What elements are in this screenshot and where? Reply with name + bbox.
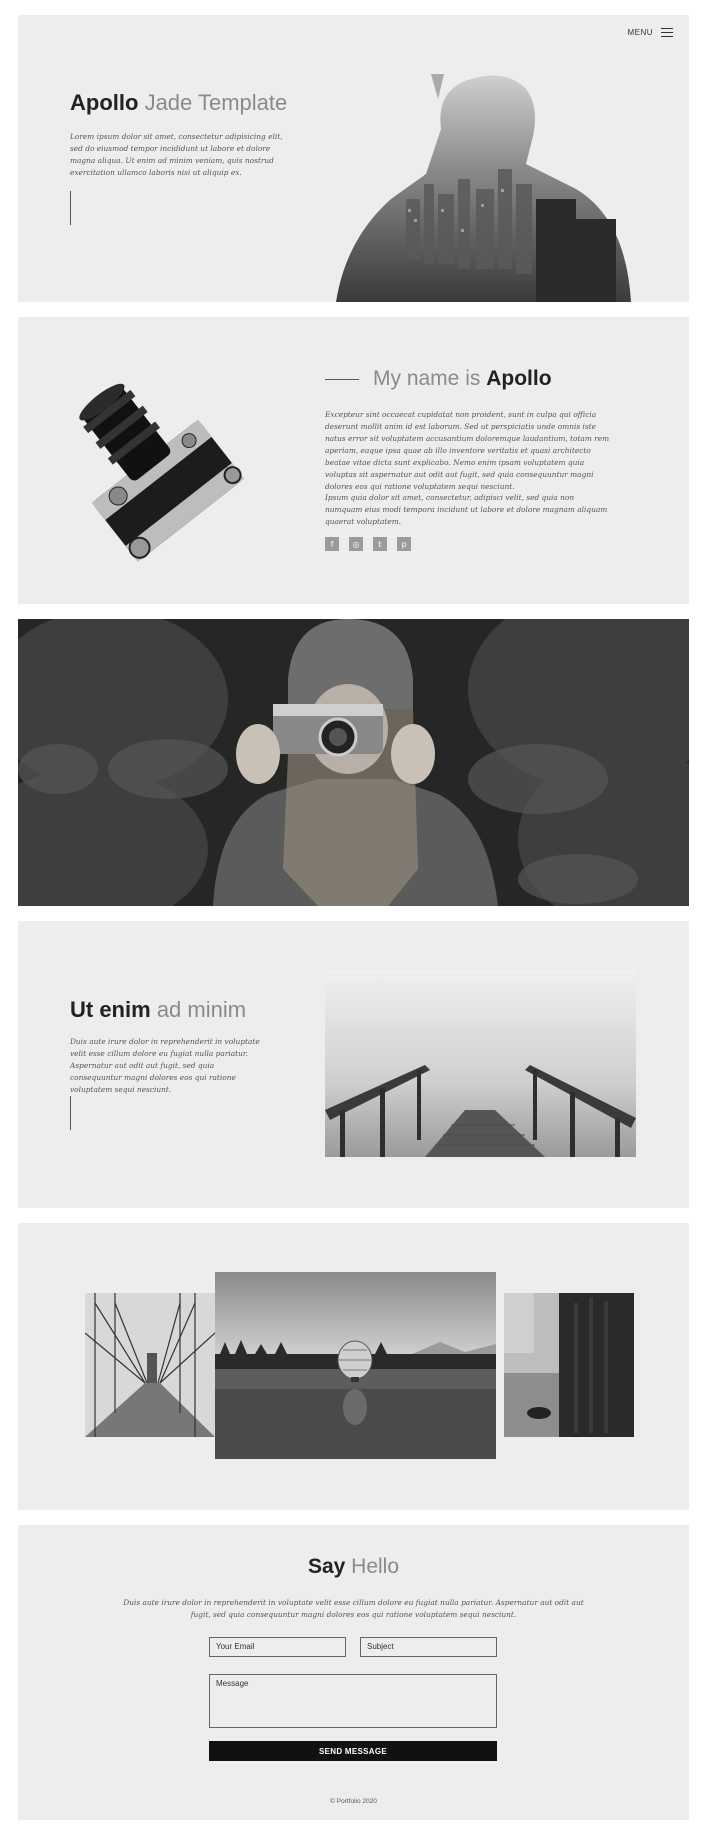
feature-title-light: ad minim	[156, 997, 247, 1022]
twitter-icon[interactable]: t	[373, 537, 387, 551]
gallery-river-image[interactable]	[504, 1293, 634, 1437]
feature-text: Duis aute irure dolor in reprehenderit i…	[70, 1037, 260, 1094]
menu-label: MENU	[627, 28, 653, 37]
facebook-icon[interactable]: f	[325, 537, 339, 551]
hero-double-exposure-image	[336, 74, 631, 302]
copyright-text: © Portfolio 2020	[330, 1798, 377, 1805]
menu-button[interactable]: MENU	[627, 28, 673, 37]
hamburger-icon	[661, 28, 673, 37]
foggy-pier-image	[325, 970, 636, 1157]
hero-title: Apollo Jade Template	[70, 90, 287, 116]
about-heading-bold: Apollo	[486, 367, 552, 390]
instagram-icon[interactable]: ◎	[349, 537, 363, 551]
about-heading-dash	[325, 378, 359, 380]
hero-title-bold: Apollo	[70, 90, 139, 115]
contact-title: Say Hello	[18, 1555, 689, 1579]
send-message-button[interactable]: SEND MESSAGE	[209, 1741, 497, 1761]
hero-divider	[70, 191, 71, 225]
subject-field[interactable]: Subject	[360, 1637, 497, 1657]
about-section: My name is Apollo Excepteur sint occaeca…	[18, 317, 689, 604]
message-field[interactable]: Message	[209, 1674, 497, 1728]
social-links: f ◎ t p	[325, 537, 411, 551]
feature-section: Ut enim ad minim Duis aute irure dolor i…	[18, 921, 689, 1208]
about-heading: My name is Apollo	[325, 367, 552, 391]
photographer-banner	[18, 619, 689, 906]
gallery-section	[18, 1223, 689, 1510]
contact-text: Duis aute irure dolor in reprehenderit i…	[123, 1598, 584, 1619]
gallery-balloon-lake-image[interactable]	[215, 1272, 496, 1459]
contact-title-light: Hello	[351, 1555, 400, 1578]
about-paragraph-2: Ipsum quia dolor sit amet, consectetur, …	[325, 493, 608, 526]
about-paragraph-1: Excepteur sint occaecat cupidatat non pr…	[325, 410, 610, 491]
gallery-bridge-image[interactable]	[85, 1293, 215, 1437]
photographer-image	[18, 619, 689, 906]
vintage-camera-image	[79, 383, 245, 562]
pinterest-icon[interactable]: p	[397, 537, 411, 551]
hero-text: Lorem ipsum dolor sit amet, consectetur …	[70, 132, 283, 177]
email-field[interactable]: Your Email	[209, 1637, 346, 1657]
feature-title-bold: Ut enim	[70, 997, 151, 1022]
feature-divider	[70, 1096, 71, 1130]
contact-title-bold: Say	[307, 1555, 346, 1578]
about-heading-light: My name is	[373, 367, 481, 390]
feature-title: Ut enim ad minim	[70, 997, 246, 1023]
hero-title-light: Jade Template	[144, 90, 288, 115]
hero-section: MENU Apollo Jade Template Lorem ipsum do…	[18, 15, 689, 302]
contact-section: Say Hello Duis aute irure dolor in repre…	[18, 1525, 689, 1820]
